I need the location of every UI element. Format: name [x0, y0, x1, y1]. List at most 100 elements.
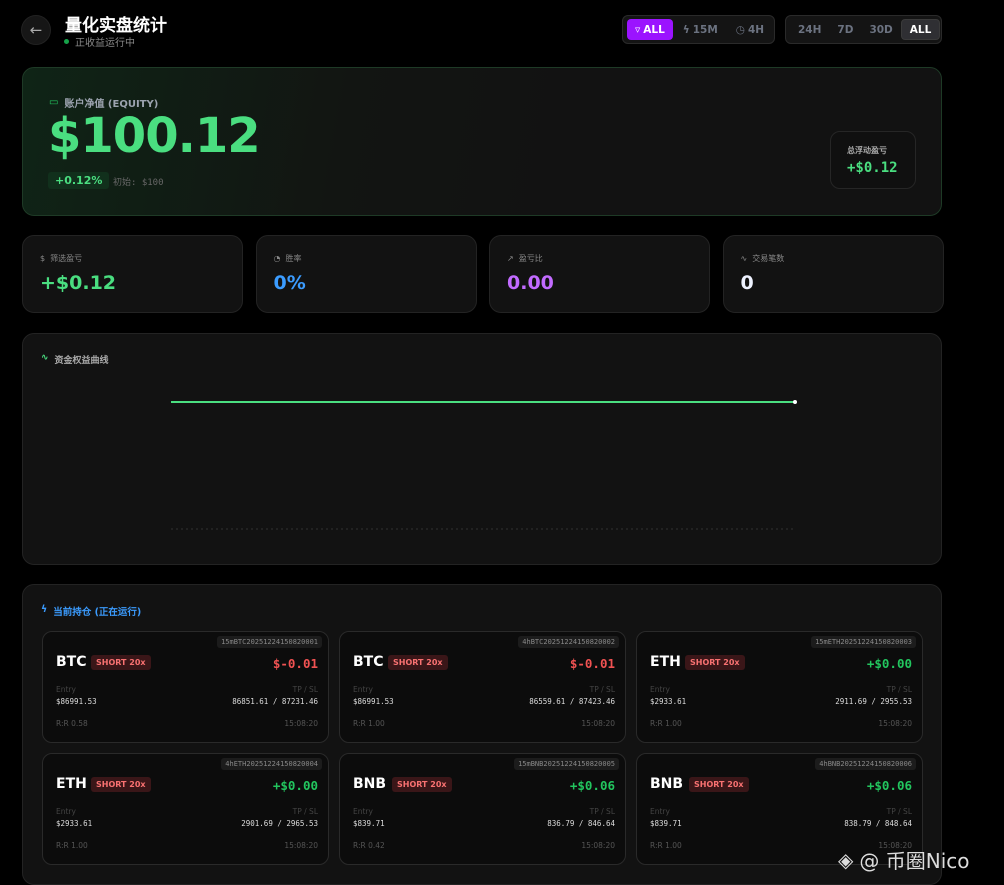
stat-label: ◔ 胜率 [274, 253, 302, 264]
position-symbol: ETH [650, 654, 681, 670]
risk-reward: R:R 1.00 [56, 841, 88, 850]
watermark: ◈ @ 币圈Nico [838, 845, 970, 874]
position-time: 15:08:20 [878, 719, 912, 728]
watermark-text: @ 币圈Nico [859, 849, 970, 873]
tpsl-label: TP / SL [589, 807, 615, 816]
status-dot [64, 39, 69, 44]
stat-value: 0.00 [507, 272, 554, 294]
position-time: 15:08:20 [581, 841, 615, 850]
position-symbol: BTC [353, 654, 384, 670]
stat-card: ◔ 胜率 0% [255, 235, 477, 313]
equity-value: $100.12 [48, 108, 261, 164]
clock-icon: ◷ [735, 23, 745, 36]
position-symbol: BTC [56, 654, 87, 670]
label: ALL [643, 23, 665, 36]
stat-label-text: 胜率 [285, 254, 302, 263]
equity-card: ▭ 账户净值 (EQUITY) $100.12 +0.12% 初始: $100 总… [22, 67, 942, 216]
risk-reward: R:R 1.00 [353, 719, 385, 728]
position-time: 15:08:20 [284, 719, 318, 728]
risk-reward: R:R 1.00 [650, 719, 682, 728]
side-badge: SHORT 20x [91, 777, 151, 792]
position-pnl: +$0.00 [272, 778, 318, 793]
dollar-icon: $ [40, 254, 46, 263]
stat-label-text: 筛选盈亏 [50, 254, 83, 263]
side-badge: SHORT 20x [689, 777, 749, 792]
tpsl-value: 2901.69 / 2965.53 [241, 819, 318, 828]
position-card[interactable]: 15mETH20251224150820003 ETH SHORT 20x +$… [636, 631, 923, 743]
position-card[interactable]: 15mBTC20251224150820001 BTC SHORT 20x $-… [42, 631, 329, 743]
position-id: 4hETH20251224150820004 [221, 758, 322, 770]
entry-label: Entry [650, 807, 670, 816]
position-symbol: ETH [56, 776, 87, 792]
stat-label-text: 交易笔数 [752, 254, 785, 263]
stat-value: 0% [273, 272, 306, 294]
entry-label: Entry [56, 685, 76, 694]
position-card[interactable]: 15mBNB20251224150820005 BNB SHORT 20x +$… [339, 753, 626, 865]
risk-reward: R:R 0.42 [353, 841, 385, 850]
filter-4h-button[interactable]: ◷ 4H [728, 19, 772, 40]
label: 15M [692, 23, 718, 36]
range-30d-button[interactable]: 30D [861, 19, 900, 40]
entry-value: $839.71 [353, 819, 385, 828]
side-badge: SHORT 20x [91, 655, 151, 670]
filter-icon: ▿ [635, 23, 641, 36]
binance-logo-icon: ◈ [838, 847, 854, 872]
bolt-icon: ϟ [682, 23, 690, 36]
arrow-left-icon: ← [29, 21, 43, 39]
position-pnl: +$0.00 [866, 656, 912, 671]
entry-value: $2933.61 [56, 819, 93, 828]
trend-icon: ↗ [507, 254, 514, 263]
stat-card: $ 筛选盈亏 +$0.12 [22, 235, 243, 313]
entry-label: Entry [56, 807, 76, 816]
floating-pnl-box: 总浮动盈亏 +$0.12 [830, 131, 916, 189]
status-indicator: 正收益运行中 [64, 34, 135, 49]
entry-value: $839.71 [650, 819, 682, 828]
stat-value: +$0.12 [40, 272, 117, 294]
position-card[interactable]: 4hBTC20251224150820002 BTC SHORT 20x $-0… [339, 631, 626, 743]
filter-15m-button[interactable]: ϟ 15M [675, 19, 726, 40]
tpsl-value: 86559.61 / 87423.46 [529, 697, 615, 706]
position-id: 4hBTC20251224150820002 [518, 636, 619, 648]
tpsl-value: 2911.69 / 2955.53 [835, 697, 912, 706]
stat-value: 0 [740, 272, 754, 294]
entry-label: Entry [353, 685, 373, 694]
stat-label: ∿ 交易笔数 [741, 253, 785, 264]
tpsl-value: 836.79 / 846.64 [547, 819, 615, 828]
entry-value: $86991.53 [353, 697, 394, 706]
stat-label-text: 盈亏比 [518, 254, 543, 263]
position-id: 15mBTC20251224150820001 [217, 636, 322, 648]
back-button[interactable]: ← [21, 15, 51, 45]
tpsl-value: 86851.61 / 87231.46 [232, 697, 318, 706]
range-24h-button[interactable]: 24H [790, 19, 829, 40]
entry-value: $86991.53 [56, 697, 97, 706]
status-text: 正收益运行中 [75, 38, 135, 49]
position-time: 15:08:20 [581, 719, 615, 728]
floating-pnl-value: +$0.12 [847, 160, 898, 176]
entry-label: Entry [650, 685, 670, 694]
position-id: 15mBNB20251224150820005 [514, 758, 619, 770]
tpsl-label: TP / SL [886, 685, 912, 694]
range-7d-button[interactable]: 7D [829, 19, 861, 40]
filter-all-button[interactable]: ▿ ALL [627, 19, 673, 40]
position-symbol: BNB [650, 776, 684, 792]
range-filter: 24H 7D 30D ALL [785, 15, 942, 44]
equity-chart [171, 400, 797, 530]
equity-pct-badge: +0.12% [48, 172, 110, 189]
stat-label: $ 筛选盈亏 [40, 253, 82, 264]
positions-title-text: 当前持仓 (正在运行) [53, 607, 142, 618]
side-badge: SHORT 20x [392, 777, 452, 792]
range-all-button[interactable]: ALL [900, 19, 941, 40]
equity-curve-card: ∿ 资金权益曲线 [22, 333, 942, 565]
wallet-icon: ▭ [49, 97, 59, 108]
floating-pnl-label: 总浮动盈亏 [847, 146, 887, 155]
entry-label: Entry [353, 807, 373, 816]
position-symbol: BNB [353, 776, 387, 792]
label: 4H [747, 23, 765, 36]
tpsl-label: TP / SL [292, 807, 318, 816]
risk-reward: R:R 1.00 [650, 841, 682, 850]
position-pnl: +$0.06 [569, 778, 615, 793]
risk-reward: R:R 0.58 [56, 719, 88, 728]
activity-icon: ∿ [740, 254, 748, 263]
page-title: 量化实盘统计 [65, 16, 167, 36]
position-card[interactable]: 4hETH20251224150820004 ETH SHORT 20x +$0… [42, 753, 329, 865]
